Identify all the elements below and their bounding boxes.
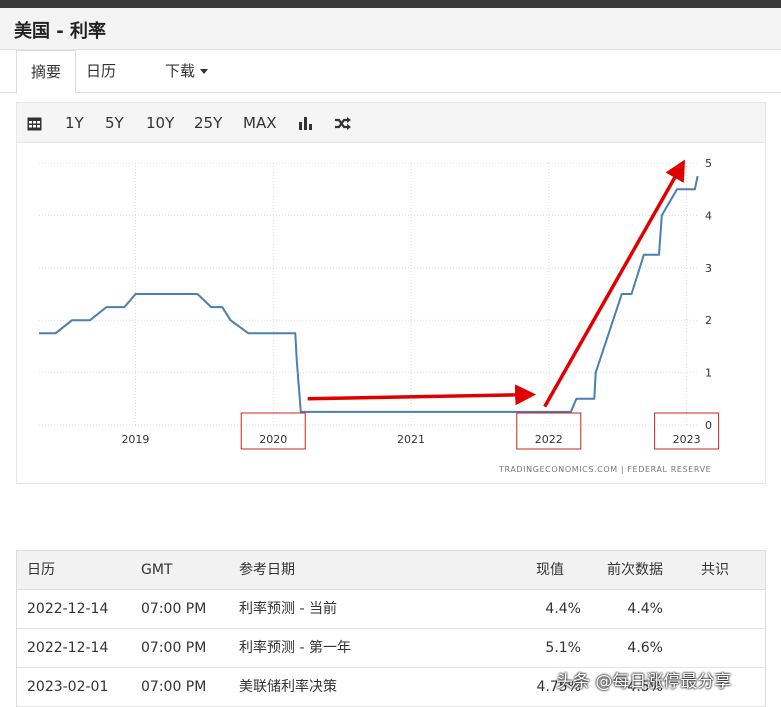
row-date: 2022-12-14 xyxy=(27,640,109,656)
row-previous: 4.6% xyxy=(627,640,663,656)
table-row[interactable]: 2022-12-14 07:00 PM 利率预测 - 当前 4.4% 4.4% xyxy=(17,590,765,629)
title-bar: 美国 - 利率 xyxy=(0,8,781,50)
tab-summary[interactable]: 摘要 xyxy=(16,50,77,94)
watermark-text: 头条 @每日涨停最分享 xyxy=(556,672,732,692)
header-actual: 现值 xyxy=(536,562,564,578)
x-tick-label: 2021 xyxy=(397,433,425,446)
row-reference-link[interactable]: 美联储利率决策 xyxy=(239,668,337,706)
row-previous: 4.4% xyxy=(627,601,663,617)
y-tick-label: 1 xyxy=(705,367,712,380)
series-layer xyxy=(39,175,699,413)
header-previous: 前次数据 xyxy=(607,562,663,578)
tab-bar: 摘要 日历 下载 xyxy=(0,50,781,94)
tab-download[interactable]: 下载 xyxy=(165,50,209,93)
page-title: 美国 - 利率 xyxy=(14,21,107,42)
y-tick-label: 3 xyxy=(705,262,712,275)
x-tick-label: 2019 xyxy=(121,433,149,446)
y-axis: 0 1 2 3 4 5 xyxy=(705,157,712,432)
chart-source: TRADINGECONOMICS.COM | FEDERAL RESERVE xyxy=(499,465,712,474)
y-tick-label: 2 xyxy=(705,314,712,327)
calendar-icon[interactable] xyxy=(27,103,42,143)
range-max-button[interactable]: MAX xyxy=(243,103,276,143)
row-actual: 5.1% xyxy=(545,640,581,656)
row-date: 2022-12-14 xyxy=(27,601,109,617)
table-header-row: 日历 GMT 参考日期 现值 前次数据 共识 xyxy=(17,551,765,590)
chart-panel: 1Y 5Y 10Y 25Y MAX 0 1 2 3 4 5 2019 2020 2021 … xyxy=(16,102,766,484)
y-tick-label: 5 xyxy=(705,157,712,170)
annotation-arrow xyxy=(543,159,686,408)
header-reference: 参考日期 xyxy=(239,562,295,578)
annotations xyxy=(240,159,720,450)
header-gmt: GMT xyxy=(141,562,173,578)
tab-download-label: 下载 xyxy=(165,62,196,80)
range-25y-button[interactable]: 25Y xyxy=(194,103,222,143)
chart-toolbar: 1Y 5Y 10Y 25Y MAX xyxy=(17,103,765,143)
x-tick-label: 2023 xyxy=(673,433,701,446)
x-axis: 2019 2020 2021 2022 2023 xyxy=(121,433,700,446)
table-row[interactable]: 2022-12-14 07:00 PM 利率预测 - 第一年 5.1% 4.6% xyxy=(17,629,765,668)
header-consensus: 共识 xyxy=(701,562,729,578)
y-tick-label: 4 xyxy=(705,209,712,222)
row-reference-link[interactable]: 利率预测 - 当前 xyxy=(239,590,337,628)
rate-series-line xyxy=(39,175,699,413)
range-5y-button[interactable]: 5Y xyxy=(105,103,124,143)
row-actual: 4.4% xyxy=(545,601,581,617)
x-tick-label: 2020 xyxy=(259,433,287,446)
range-1y-button[interactable]: 1Y xyxy=(65,103,84,143)
top-strip xyxy=(0,0,781,8)
caret-down-icon xyxy=(200,69,209,74)
row-time: 07:00 PM xyxy=(141,640,207,656)
annotation-arrow xyxy=(307,384,537,406)
row-date: 2023-02-01 xyxy=(27,679,109,695)
row-reference-link[interactable]: 利率预测 - 第一年 xyxy=(239,629,351,667)
row-time: 07:00 PM xyxy=(141,679,207,695)
x-tick-label: 2022 xyxy=(535,433,563,446)
tab-calendar[interactable]: 日历 xyxy=(86,50,116,93)
header-calendar: 日历 xyxy=(27,562,55,578)
range-10y-button[interactable]: 10Y xyxy=(146,103,174,143)
y-tick-label: 0 xyxy=(705,419,712,432)
interest-rate-chart: 0 1 2 3 4 5 2019 2020 2021 2022 2023 xyxy=(39,157,720,450)
shuffle-icon[interactable] xyxy=(334,103,352,143)
row-time: 07:00 PM xyxy=(141,601,207,617)
bar-chart-icon[interactable] xyxy=(298,103,313,143)
